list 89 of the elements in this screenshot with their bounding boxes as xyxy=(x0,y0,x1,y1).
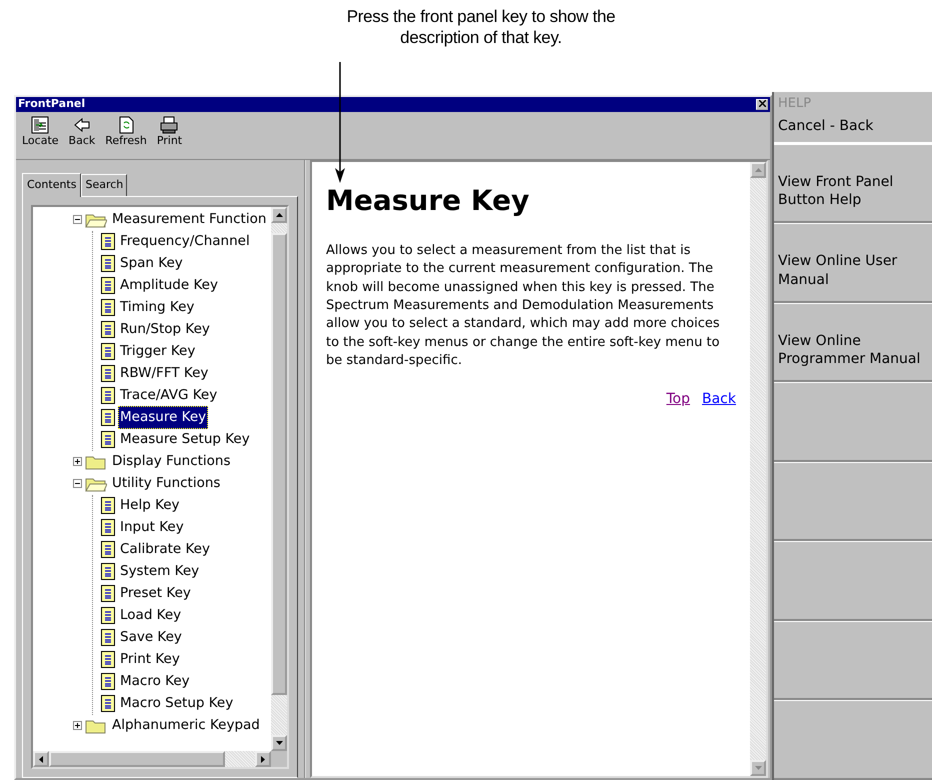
toolbar-button[interactable]: Refresh xyxy=(103,115,149,156)
softkey-button[interactable] xyxy=(774,462,932,542)
tree-item[interactable]: Input Key xyxy=(118,516,186,539)
tree-item[interactable]: RBW/FFT Key xyxy=(118,362,210,385)
tree-item[interactable]: Run/Stop Key xyxy=(118,318,212,341)
topic-description: Allows you to select a measurement from the list that is appropriate to the current measurement configuration. The knob will become unassigned when this key is pressed. The Spectrum Measurements and Demodulation Measurements allow you to select a standard, which may add more choices to the soft-key menus or change the entire soft-key menu to be standard-specific. xyxy=(326,242,721,370)
document-icon xyxy=(101,651,115,668)
menu-title: HELP xyxy=(777,95,812,113)
close-button[interactable] xyxy=(756,99,768,110)
close-icon xyxy=(758,100,766,108)
link[interactable]: Top xyxy=(666,388,690,410)
tree-item[interactable]: Measure Key xyxy=(118,406,208,429)
locate-icon xyxy=(30,115,50,135)
tree-folder[interactable]: Alphanumeric Keypad xyxy=(110,714,262,737)
document-icon xyxy=(101,629,115,646)
document-icon xyxy=(101,607,115,624)
tree-item[interactable]: Help Key xyxy=(118,494,182,517)
document-icon xyxy=(101,585,115,602)
expand-icon[interactable] xyxy=(73,457,82,466)
softkey-button[interactable] xyxy=(774,620,932,700)
down-arrow-icon xyxy=(754,766,762,770)
vertical-scrollbar[interactable] xyxy=(750,162,766,776)
window-title: FrontPanel xyxy=(18,96,86,112)
up-arrow-icon xyxy=(276,212,282,216)
tree-item[interactable]: Trigger Key xyxy=(118,340,198,363)
left-arrow-icon xyxy=(39,756,43,762)
document-icon xyxy=(101,255,115,272)
collapse-icon[interactable] xyxy=(73,215,82,224)
softkey-button[interactable]: View Online Programmer Manual xyxy=(774,302,932,382)
tree-item[interactable]: Preset Key xyxy=(118,582,193,605)
softkey-button[interactable] xyxy=(774,382,932,462)
document-icon xyxy=(101,343,115,360)
document-icon xyxy=(101,365,115,382)
expand-icon[interactable] xyxy=(73,721,82,730)
document-icon xyxy=(101,409,115,426)
document-icon xyxy=(101,563,115,580)
folder-icon xyxy=(85,454,107,470)
tree-item[interactable]: Load Key xyxy=(118,604,184,627)
document-icon xyxy=(101,541,115,558)
topic-heading: Measure Key xyxy=(326,184,530,218)
tree-item[interactable]: Print Key xyxy=(118,648,182,671)
document-icon xyxy=(101,431,115,448)
folder-icon xyxy=(85,212,107,228)
printer-icon xyxy=(159,115,180,135)
horizontal-scrollbar[interactable] xyxy=(33,751,271,767)
tab[interactable]: Search xyxy=(81,174,128,196)
tree-item[interactable]: Save Key xyxy=(118,626,184,649)
folder-icon xyxy=(85,718,107,734)
document-icon xyxy=(101,299,115,316)
toolbar-button[interactable]: Back xyxy=(66,115,98,156)
tab[interactable]: Contents xyxy=(22,173,82,196)
softkey-button[interactable]: View Online User Manual xyxy=(774,223,932,303)
figure-caption: Press the front panel key to show the description of that key. xyxy=(346,6,616,50)
document-icon xyxy=(101,233,115,250)
document-icon xyxy=(101,387,115,404)
folder-icon xyxy=(85,476,107,492)
document-icon xyxy=(101,321,115,338)
up-arrow-icon xyxy=(754,168,762,172)
document-icon xyxy=(101,277,115,294)
down-arrow-icon xyxy=(276,741,282,745)
tree-item[interactable]: Timing Key xyxy=(118,296,196,319)
tree-item[interactable]: Span Key xyxy=(118,252,185,275)
scroll-thumb[interactable] xyxy=(271,232,287,695)
link[interactable]: Back xyxy=(702,388,736,410)
softkey-button[interactable] xyxy=(774,700,932,780)
left-arrow-icon xyxy=(72,115,92,135)
tree-item[interactable]: Macro Setup Key xyxy=(118,692,236,715)
softkey-button[interactable]: View Front Panel Button Help xyxy=(774,144,932,224)
vertical-scrollbar[interactable] xyxy=(271,206,287,751)
document-icon xyxy=(101,519,115,536)
tree-folder[interactable]: Utility Functions xyxy=(110,472,222,495)
tree-item[interactable]: Macro Key xyxy=(118,670,192,693)
tree-item[interactable]: Calibrate Key xyxy=(118,538,212,561)
tree-item[interactable]: Measure Setup Key xyxy=(118,428,252,451)
document-icon xyxy=(101,695,115,712)
softkey-button[interactable] xyxy=(774,541,932,621)
tree-item[interactable]: Frequency/Channel xyxy=(118,230,252,253)
collapse-icon[interactable] xyxy=(73,479,82,488)
tree-item[interactable]: Amplitude Key xyxy=(118,274,220,297)
tree-folder[interactable]: Display Functions xyxy=(110,450,233,473)
tree-folder[interactable]: Measurement Function xyxy=(110,208,268,231)
toolbar-button[interactable]: Print xyxy=(154,115,184,156)
right-arrow-icon xyxy=(261,756,265,762)
toolbar-button[interactable]: Locate xyxy=(20,115,61,156)
document-icon xyxy=(101,673,115,690)
document-icon xyxy=(101,497,115,514)
scroll-thumb[interactable] xyxy=(49,751,225,767)
tree-item[interactable]: Trace/AVG Key xyxy=(118,384,220,407)
tree-item[interactable]: System Key xyxy=(118,560,202,583)
